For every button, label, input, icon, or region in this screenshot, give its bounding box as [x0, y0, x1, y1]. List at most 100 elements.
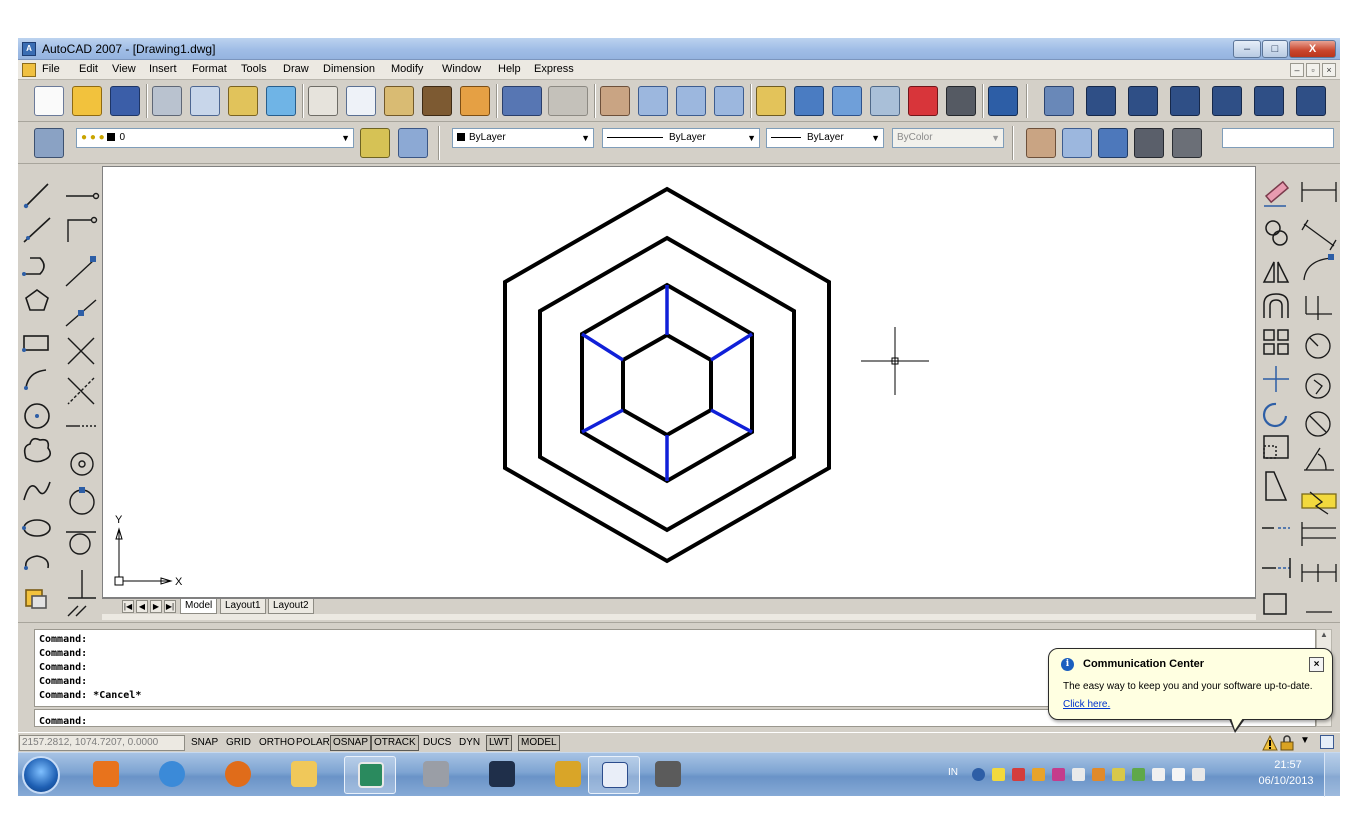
- snap-parallel-icon[interactable]: [67, 605, 87, 617]
- status-toggle-snap[interactable]: SNAP: [188, 735, 221, 751]
- baseline-icon[interactable]: [1301, 522, 1336, 546]
- insert-block-icon[interactable]: [25, 589, 47, 609]
- flag-tray-icon[interactable]: [1192, 768, 1205, 781]
- menu-edit[interactable]: Edit: [79, 63, 98, 75]
- open-icon[interactable]: [72, 86, 102, 116]
- orbit-icon[interactable]: [1098, 128, 1128, 158]
- tool-palettes-icon[interactable]: [832, 86, 862, 116]
- continue-icon[interactable]: [1301, 564, 1337, 582]
- status-menu-chevron-icon[interactable]: ▼: [1300, 735, 1310, 746]
- show-desktop-button[interactable]: [1324, 753, 1340, 797]
- clock-date[interactable]: 06/10/2013: [1254, 775, 1318, 787]
- taskbar-app-autocad[interactable]: [344, 756, 396, 794]
- menu-insert[interactable]: Insert: [149, 63, 177, 75]
- lineweight-combo[interactable]: ByLayer ▼: [766, 128, 884, 148]
- start-button-icon[interactable]: [22, 756, 60, 794]
- sheet-set-icon[interactable]: [870, 86, 900, 116]
- help-tray-icon[interactable]: [972, 768, 985, 781]
- left-view-icon[interactable]: [1170, 86, 1200, 116]
- snap-quadrant-icon[interactable]: [69, 487, 95, 515]
- taskbar-app-tools[interactable]: [410, 756, 462, 794]
- horizontal-scrollbar[interactable]: [102, 614, 1256, 620]
- layer-combo[interactable]: ● ● ● 0 ▼: [76, 128, 354, 148]
- menu-view[interactable]: View: [112, 63, 136, 75]
- match-properties-icon[interactable]: [422, 86, 452, 116]
- taskbar-app-explorer[interactable]: [278, 756, 330, 794]
- snap-endpoint-icon[interactable]: [65, 256, 96, 287]
- copy-icon[interactable]: [346, 86, 376, 116]
- extend-icon[interactable]: [1262, 558, 1291, 578]
- quick-dim-icon[interactable]: [1301, 491, 1337, 515]
- break-icon[interactable]: [1263, 593, 1287, 615]
- inner-hexagon[interactable]: [621, 332, 713, 438]
- rectangle-icon[interactable]: [22, 335, 49, 352]
- app-tray-icon-4[interactable]: [1112, 768, 1125, 781]
- zoom-window-icon[interactable]: [676, 86, 706, 116]
- stretch-icon[interactable]: [1265, 471, 1288, 501]
- ellipse-icon[interactable]: [22, 519, 51, 537]
- connector-line[interactable]: [710, 408, 753, 434]
- design-center-icon[interactable]: [794, 86, 824, 116]
- snap-center-icon[interactable]: [70, 452, 94, 476]
- status-toggle-dyn[interactable]: DYN: [456, 735, 483, 751]
- minimize-button[interactable]: –: [1233, 40, 1261, 58]
- pin-tray-icon[interactable]: [992, 768, 1005, 781]
- properties-icon[interactable]: [756, 86, 786, 116]
- balloon-link[interactable]: Click here.: [1063, 699, 1110, 710]
- aligned-dim-icon[interactable]: [1301, 219, 1337, 251]
- first-layout-button[interactable]: |◀: [122, 600, 134, 613]
- snap-midpoint-icon[interactable]: [65, 299, 97, 327]
- snap-from-icon[interactable]: [67, 216, 98, 243]
- taskbar-app-firefox[interactable]: [212, 756, 264, 794]
- zoom-previous-icon[interactable]: [714, 86, 744, 116]
- outer-hexagon[interactable]: [503, 186, 831, 564]
- diameter-icon[interactable]: [1305, 411, 1331, 437]
- back-view-icon[interactable]: [1296, 86, 1326, 116]
- move-icon[interactable]: [1263, 366, 1289, 392]
- snap-tangent-icon[interactable]: [66, 531, 96, 555]
- pan-icon[interactable]: [600, 86, 630, 116]
- revision-cloud-icon[interactable]: [23, 437, 52, 463]
- camera-icon[interactable]: [1134, 128, 1164, 158]
- taskbar-app-ie[interactable]: [146, 756, 198, 794]
- construction-line-icon[interactable]: [23, 217, 51, 243]
- connector-line[interactable]: [710, 332, 753, 362]
- taskbar-app-chess[interactable]: [642, 756, 694, 794]
- drawing-canvas[interactable]: Y X: [102, 166, 1256, 598]
- walk-icon[interactable]: [1172, 128, 1202, 158]
- publish-icon[interactable]: [228, 86, 258, 116]
- color-combo[interactable]: ByLayer ▼: [452, 128, 594, 148]
- status-toggle-ortho[interactable]: ORTHO: [256, 735, 298, 751]
- taskbar-app-media[interactable]: [80, 756, 132, 794]
- markup-icon[interactable]: [908, 86, 938, 116]
- app-tray-icon-3[interactable]: [1092, 768, 1105, 781]
- pan-realtime-icon[interactable]: [1026, 128, 1056, 158]
- menu-dimension[interactable]: Dimension: [323, 63, 375, 75]
- connector-line[interactable]: [581, 332, 624, 362]
- status-toggle-lwt[interactable]: LWT: [486, 735, 513, 751]
- paste-icon[interactable]: [384, 86, 414, 116]
- new-icon[interactable]: [34, 86, 64, 116]
- arc-icon[interactable]: [24, 369, 47, 390]
- status-toggle-ducs[interactable]: DUCS: [420, 735, 454, 751]
- arc-length-icon[interactable]: [1303, 254, 1334, 281]
- taskbar-app-word[interactable]: [588, 756, 640, 794]
- snap-apparent-intersection-icon[interactable]: [67, 377, 95, 405]
- taskbar-app-counter-strike[interactable]: [542, 756, 594, 794]
- battery-tray-icon[interactable]: [1172, 768, 1185, 781]
- offset-icon[interactable]: [1263, 293, 1289, 318]
- jogged-icon[interactable]: [1305, 373, 1331, 399]
- right-view-icon[interactable]: [1212, 86, 1242, 116]
- communication-center-icon[interactable]: [1262, 735, 1278, 751]
- connector-line[interactable]: [581, 408, 624, 434]
- array-icon[interactable]: [1263, 329, 1289, 355]
- angular-icon[interactable]: [1304, 447, 1334, 471]
- app-tray-icon[interactable]: [1032, 768, 1045, 781]
- top-view-icon[interactable]: [1086, 86, 1116, 116]
- zoom-realtime-icon[interactable]: [638, 86, 668, 116]
- app-tray-icon-2[interactable]: [1052, 768, 1065, 781]
- doc-restore-button[interactable]: ▫: [1306, 63, 1320, 77]
- menu-tools[interactable]: Tools: [241, 63, 267, 75]
- ellipse-arc-icon[interactable]: [24, 555, 50, 570]
- tab-model[interactable]: Model: [180, 599, 218, 614]
